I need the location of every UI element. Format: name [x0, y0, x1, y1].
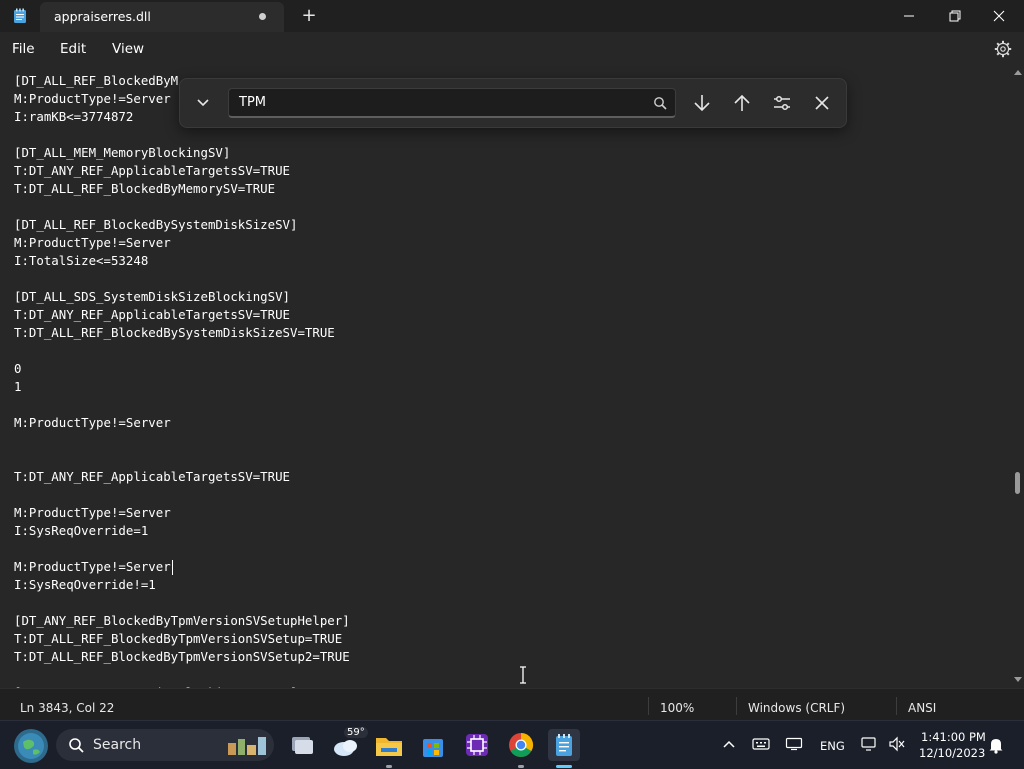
editor-line[interactable]: T:DT_ALL_REF_BlockedByTpmVersionSVSetup=… — [14, 630, 342, 648]
tab-title: appraiserres.dll — [54, 9, 151, 24]
network-icon[interactable] — [860, 736, 878, 752]
sound-muted-icon[interactable] — [888, 736, 906, 752]
editor-line[interactable]: [DT_ALL_REF_BlockedByM — [14, 72, 178, 90]
search-highlight-image-icon — [228, 737, 266, 755]
find-input[interactable]: TPM — [228, 88, 676, 118]
unsaved-indicator[interactable] — [259, 13, 266, 20]
find-query: TPM — [239, 95, 266, 110]
weather-cloud-icon[interactable]: 59° — [330, 727, 368, 761]
vertical-scrollbar[interactable] — [1012, 66, 1024, 688]
text-caret — [171, 560, 173, 575]
clock-date[interactable]: 12/10/2023 — [919, 746, 985, 760]
editor-line[interactable]: M:ProductType!=Server — [14, 558, 173, 576]
find-close-icon[interactable] — [810, 91, 834, 115]
input-language[interactable]: ENG — [820, 739, 845, 753]
menu-view[interactable]: View — [112, 41, 144, 57]
cpu-glyph — [466, 734, 488, 756]
editor-line[interactable]: [DT_ALL_REF_BlockedBySystemDiskSizeSV] — [14, 216, 297, 234]
new-tab-button[interactable]: + — [298, 5, 320, 27]
store-glyph — [423, 739, 443, 757]
notepad-icon — [14, 8, 26, 23]
text-cursor-icon — [520, 666, 526, 684]
editor-line[interactable]: [DT_ALL_SDS_SystemDiskSizeBlockingSV] — [14, 288, 290, 306]
display-icon[interactable] — [785, 737, 803, 751]
editor-line[interactable]: 1 — [14, 378, 21, 396]
scrollbar-thumb[interactable] — [1015, 472, 1020, 494]
globe-icon — [18, 733, 44, 759]
editor-line[interactable]: M:ProductType!=Server — [14, 414, 171, 432]
tab-appraiserres[interactable]: appraiserres.dll — [40, 2, 284, 32]
task-view-glyph — [292, 737, 313, 754]
status-divider — [736, 697, 737, 715]
cursor-position: Ln 3843, Col 22 — [20, 701, 115, 715]
editor-line[interactable]: M:ProductType!=Server — [14, 234, 171, 252]
folder-glyph — [376, 738, 402, 756]
menu-file[interactable]: File — [12, 41, 35, 57]
editor-line[interactable]: [DT_ALL_MEM_MemoryBlockingSV] — [14, 144, 230, 162]
status-bar: Ln 3843, Col 22 100% Windows (CRLF) ANSI — [0, 688, 1024, 721]
restore-icon — [949, 10, 961, 22]
weather-widget-icon[interactable] — [14, 729, 48, 763]
menu-edit[interactable]: Edit — [60, 41, 86, 57]
microsoft-store-icon[interactable] — [417, 729, 449, 761]
find-next-arrow-down-icon[interactable] — [690, 91, 714, 115]
line-ending: Windows (CRLF) — [748, 701, 846, 715]
chrome-glyph — [509, 733, 534, 758]
editor-line[interactable]: T:DT_ANY_REF_ApplicableTargetsSV=TRUE — [14, 468, 290, 486]
notification-bell-icon[interactable] — [988, 736, 1004, 754]
scroll-up-arrow-icon[interactable] — [1013, 68, 1023, 76]
menu-bar: File Edit View — [0, 32, 1024, 66]
editor-line[interactable]: I:ramKB<=3774872 — [14, 108, 133, 126]
editor-line[interactable]: 0 — [14, 360, 21, 378]
editor-line[interactable]: [DT_ANY_REF_BlockedByTpmVersionSVSetupHe… — [14, 612, 350, 630]
text-editor[interactable]: [DT_ALL_REF_BlockedByM M:ProductType!=Ser… — [0, 66, 1012, 688]
zoom-level: 100% — [660, 701, 695, 715]
encoding: ANSI — [908, 701, 937, 715]
search-label: Search — [93, 737, 142, 753]
notepad-glyph — [556, 734, 572, 756]
close-icon — [993, 10, 1005, 22]
taskbar-search[interactable]: Search — [56, 729, 274, 761]
close-button[interactable] — [976, 0, 1022, 32]
taskbar: Search 59° ENG 1:41:00 PM 12/10/2023 — [0, 720, 1024, 769]
chrome-icon[interactable] — [505, 729, 537, 761]
editor-line[interactable]: I:SysReqOverride!=1 — [14, 576, 156, 594]
title-bar: appraiserres.dll + — [0, 0, 1024, 32]
file-explorer-icon[interactable] — [373, 729, 405, 761]
temperature: 59° — [344, 727, 368, 738]
notepad-taskbar-icon[interactable] — [548, 729, 580, 761]
restore-button[interactable] — [932, 0, 978, 32]
clock-time[interactable]: 1:41:00 PM — [921, 730, 986, 744]
task-view-icon[interactable] — [286, 729, 318, 761]
search-icon[interactable] — [653, 96, 667, 110]
minimize-button[interactable] — [886, 0, 932, 32]
chevron-down-icon[interactable] — [192, 91, 214, 113]
find-options-sliders-icon[interactable] — [770, 91, 794, 115]
find-panel: TPM — [179, 78, 847, 128]
scroll-down-arrow-icon[interactable] — [1013, 676, 1023, 684]
chevron-up-icon[interactable] — [722, 739, 736, 749]
gear-icon[interactable] — [994, 40, 1012, 58]
editor-line[interactable]: M:ProductType!=Server — [14, 90, 171, 108]
chip-app-icon[interactable] — [461, 729, 493, 761]
editor-line[interactable]: T:DT_ALL_REF_BlockedByTpmVersionSVSetup2… — [14, 648, 350, 666]
editor-line[interactable]: T:DT_ALL_REF_BlockedByMemorySV=TRUE — [14, 180, 275, 198]
editor-line[interactable]: I:SysReqOverride=1 — [14, 522, 148, 540]
minimize-icon — [904, 15, 914, 17]
editor-line[interactable]: T:DT_ANY_REF_ApplicableTargetsSV=TRUE — [14, 162, 290, 180]
editor-line[interactable]: M:ProductType!=Server — [14, 504, 171, 522]
editor-line[interactable]: T:DT_ALL_REF_BlockedBySystemDiskSizeSV=T… — [14, 324, 335, 342]
editor-line[interactable]: I:TotalSize<=53248 — [14, 252, 148, 270]
editor-line[interactable]: T:DT_ANY_REF_ApplicableTargetsSV=TRUE — [14, 306, 290, 324]
status-divider — [896, 697, 897, 715]
find-previous-arrow-up-icon[interactable] — [730, 91, 754, 115]
keyboard-icon[interactable] — [752, 737, 770, 751]
status-divider — [648, 697, 649, 715]
search-icon — [69, 738, 84, 753]
